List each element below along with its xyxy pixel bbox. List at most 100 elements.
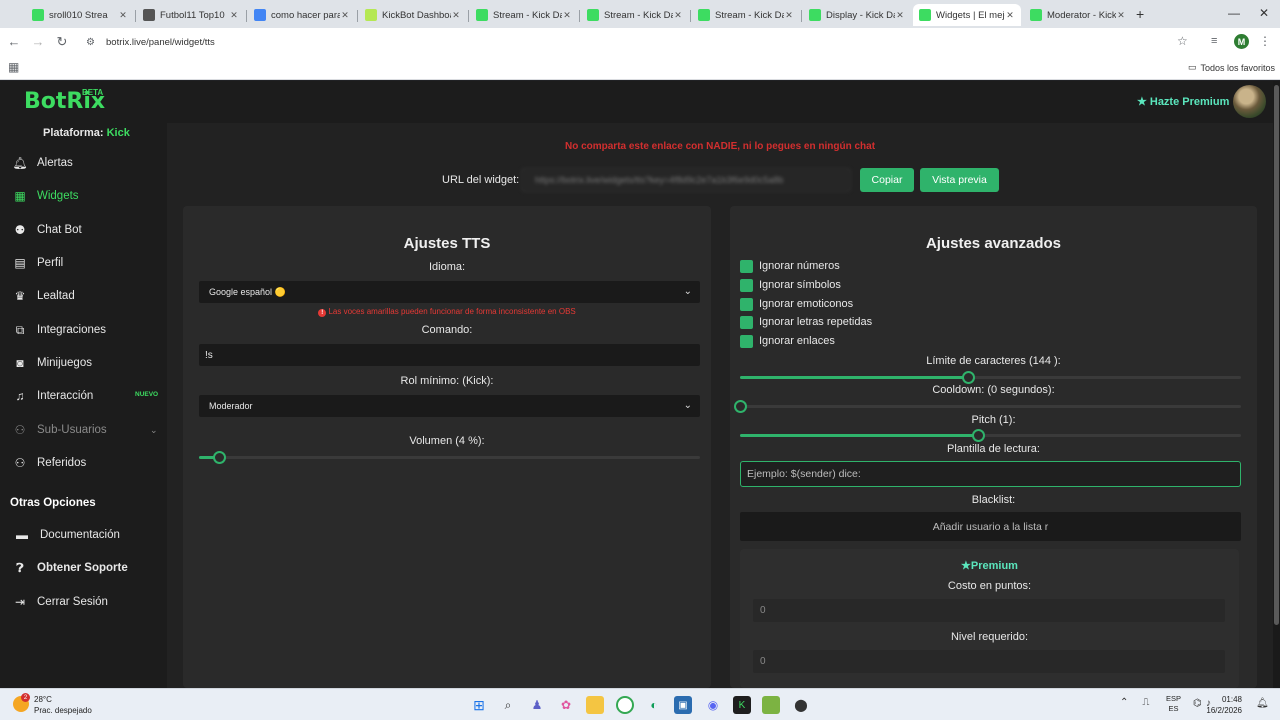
minecraft-icon[interactable] <box>762 696 780 714</box>
tab-close-icon[interactable]: ✕ <box>340 10 350 21</box>
tab-close-icon[interactable]: ✕ <box>118 10 128 21</box>
checkbox[interactable] <box>740 315 753 329</box>
apps-grid-icon[interactable]: ▦ <box>8 60 19 74</box>
browser-tab[interactable]: Futbol11 Top10 ✕ <box>137 4 245 26</box>
sidebar-item-widgets[interactable]: ▦ Widgets <box>0 183 167 209</box>
sidebar-item-referidos[interactable]: ⚇ Referidos <box>0 450 167 476</box>
user-avatar[interactable] <box>1233 85 1266 118</box>
obs-icon[interactable]: ⬤ <box>792 696 810 714</box>
bookmark-star-icon[interactable]: ☆ <box>1177 34 1188 48</box>
page-scrollbar[interactable] <box>1273 81 1280 688</box>
back-icon[interactable]: ← <box>6 34 22 49</box>
close-window-button[interactable]: ✕ <box>1254 6 1274 20</box>
reload-icon[interactable]: ↻ <box>54 34 70 50</box>
browser-menu-icon[interactable]: ⋮ <box>1259 34 1271 48</box>
widget-url-field[interactable]: https://botrix.live/widgets/tts?key=4f8d… <box>521 168 851 192</box>
checkbox[interactable] <box>740 259 753 273</box>
sidebar-item-obtener-soporte[interactable]: ❓︎ Obtener Soporte <box>0 555 167 581</box>
weather-temp[interactable]: 28°C <box>34 695 52 704</box>
volume-slider-thumb[interactable] <box>213 451 227 464</box>
search-icon[interactable]: ⌕ <box>499 696 517 714</box>
language-select[interactable]: Google español 🟡 ⌄ <box>199 281 700 303</box>
sidebar-item-documentaci-n[interactable]: ▬ Documentación <box>0 522 167 548</box>
file-explorer-icon[interactable] <box>586 696 604 714</box>
chrome-icon[interactable] <box>616 696 634 714</box>
tab-close-icon[interactable]: ✕ <box>895 10 905 21</box>
copilot-icon[interactable]: ✿ <box>557 696 575 714</box>
browser-tab[interactable]: Moderator - Kick ✕ <box>1024 4 1132 26</box>
tab-close-icon[interactable]: ✕ <box>229 10 239 21</box>
profile-avatar[interactable]: M <box>1234 34 1249 49</box>
char-limit-slider-thumb[interactable] <box>961 371 975 384</box>
sidebar-item-alertas[interactable]: 🔔︎ Alertas <box>0 150 167 176</box>
scrollbar-thumb[interactable] <box>1274 85 1279 625</box>
all-bookmarks-button[interactable]: ▭ Todos los favoritos <box>1188 62 1275 73</box>
browser-tab[interactable]: Widgets | El mejo ✕ <box>913 4 1021 26</box>
pitch-slider[interactable] <box>740 429 1241 442</box>
sidebar-item-minijuegos[interactable]: ◙ Minijuegos <box>0 350 167 376</box>
clock[interactable]: 01:48 16/2/2026 <box>1206 694 1242 716</box>
store-icon[interactable]: ▣ <box>674 696 692 714</box>
level-input[interactable]: 0 <box>753 650 1225 673</box>
cost-input[interactable]: 0 <box>753 599 1225 622</box>
checkbox[interactable] <box>740 334 753 348</box>
minimize-window-button[interactable]: — <box>1224 6 1244 20</box>
browser-tab[interactable]: sroll010 Strea ✕ <box>26 4 134 26</box>
pitch-slider-thumb[interactable] <box>971 429 985 442</box>
checkbox-row[interactable]: Ignorar números <box>740 258 840 274</box>
checkbox-row[interactable]: Ignorar símbolos <box>740 277 841 293</box>
sidebar-item-lealtad[interactable]: ♛ Lealtad <box>0 283 167 309</box>
tab-close-icon[interactable]: ✕ <box>1116 10 1126 21</box>
omnibox[interactable]: ⚙ botrix.live/panel/widget/tts <box>82 31 1192 53</box>
browser-tab[interactable]: KickBot Dashboa ✕ <box>359 4 467 26</box>
blacklist-input[interactable]: Añadir usuario a la lista r <box>740 512 1241 541</box>
volume-slider[interactable] <box>199 451 700 464</box>
checkbox[interactable] <box>740 278 753 292</box>
browser-tab[interactable]: Stream - Kick Da ✕ <box>692 4 800 26</box>
forward-icon[interactable]: → <box>30 34 46 49</box>
checkbox[interactable] <box>740 297 753 311</box>
checkbox-row[interactable]: Ignorar emoticonos <box>740 296 853 312</box>
teams-icon[interactable]: ♟ <box>528 696 546 714</box>
sidebar-item-integraciones[interactable]: ⧉ Integraciones <box>0 317 167 343</box>
browser-tab[interactable]: Stream - Kick Da ✕ <box>470 4 578 26</box>
url-text[interactable]: botrix.live/panel/widget/tts <box>106 37 215 48</box>
sidebar-item-sub-usuarios[interactable]: ⚇ Sub-Usuarios ⌄ <box>0 417 167 443</box>
network-icon[interactable]: ⌬ <box>1193 698 1202 709</box>
sidebar-item-chat-bot[interactable]: ⚉ Chat Bot <box>0 217 167 243</box>
browser-tab[interactable]: Display - Kick Da ✕ <box>803 4 911 26</box>
browser-tab[interactable]: como hacer para ✕ <box>248 4 356 26</box>
cooldown-slider[interactable] <box>734 400 1241 413</box>
new-tab-button[interactable]: + <box>1136 6 1144 22</box>
role-select[interactable]: Moderador ⌄ <box>199 395 700 417</box>
char-limit-slider[interactable] <box>740 371 1241 384</box>
discord-icon[interactable]: ◉ <box>704 696 722 714</box>
edge-icon[interactable]: ◐ <box>645 696 663 714</box>
browser-tab[interactable]: Stream - Kick Da ✕ <box>581 4 689 26</box>
template-input[interactable]: Ejemplo: $(sender) dice: <box>740 461 1241 487</box>
tab-close-icon[interactable]: ✕ <box>451 10 461 21</box>
cooldown-slider-thumb[interactable] <box>734 400 747 413</box>
platform-selector[interactable]: Plataforma: Kick <box>43 127 130 139</box>
preview-button[interactable]: Vista previa <box>920 168 999 192</box>
microphone-icon[interactable]: ⎍ <box>1142 697 1149 708</box>
language-indicator[interactable]: ESP ES <box>1166 694 1181 714</box>
tab-close-icon[interactable]: ✕ <box>1005 10 1015 21</box>
windows-start-icon[interactable]: ⊞ <box>470 696 488 714</box>
tab-close-icon[interactable]: ✕ <box>562 10 572 21</box>
checkbox-row[interactable]: Ignorar enlaces <box>740 333 835 349</box>
checkbox-row[interactable]: Ignorar letras repetidas <box>740 314 872 330</box>
extensions-icon[interactable]: ≡ <box>1211 35 1217 47</box>
site-info-icon[interactable]: ⚙ <box>86 37 104 48</box>
chevron-up-icon[interactable]: ⌃ <box>1120 697 1128 708</box>
command-input[interactable]: !s <box>199 344 700 366</box>
copy-button[interactable]: Copiar <box>860 168 914 192</box>
kick-icon[interactable]: K <box>733 696 751 714</box>
weather-desc[interactable]: Prac. despejado <box>34 706 92 715</box>
tab-close-icon[interactable]: ✕ <box>673 10 683 21</box>
tab-close-icon[interactable]: ✕ <box>784 10 794 21</box>
notification-bell-icon[interactable]: 🔔︎ <box>1256 698 1269 709</box>
premium-link[interactable]: ★ Hazte Premium <box>1137 95 1229 109</box>
sidebar-item-interacci-n[interactable]: ♫ Interacción NUEVO <box>0 383 167 409</box>
sidebar-item-perfil[interactable]: ▤ Perfil <box>0 250 167 276</box>
